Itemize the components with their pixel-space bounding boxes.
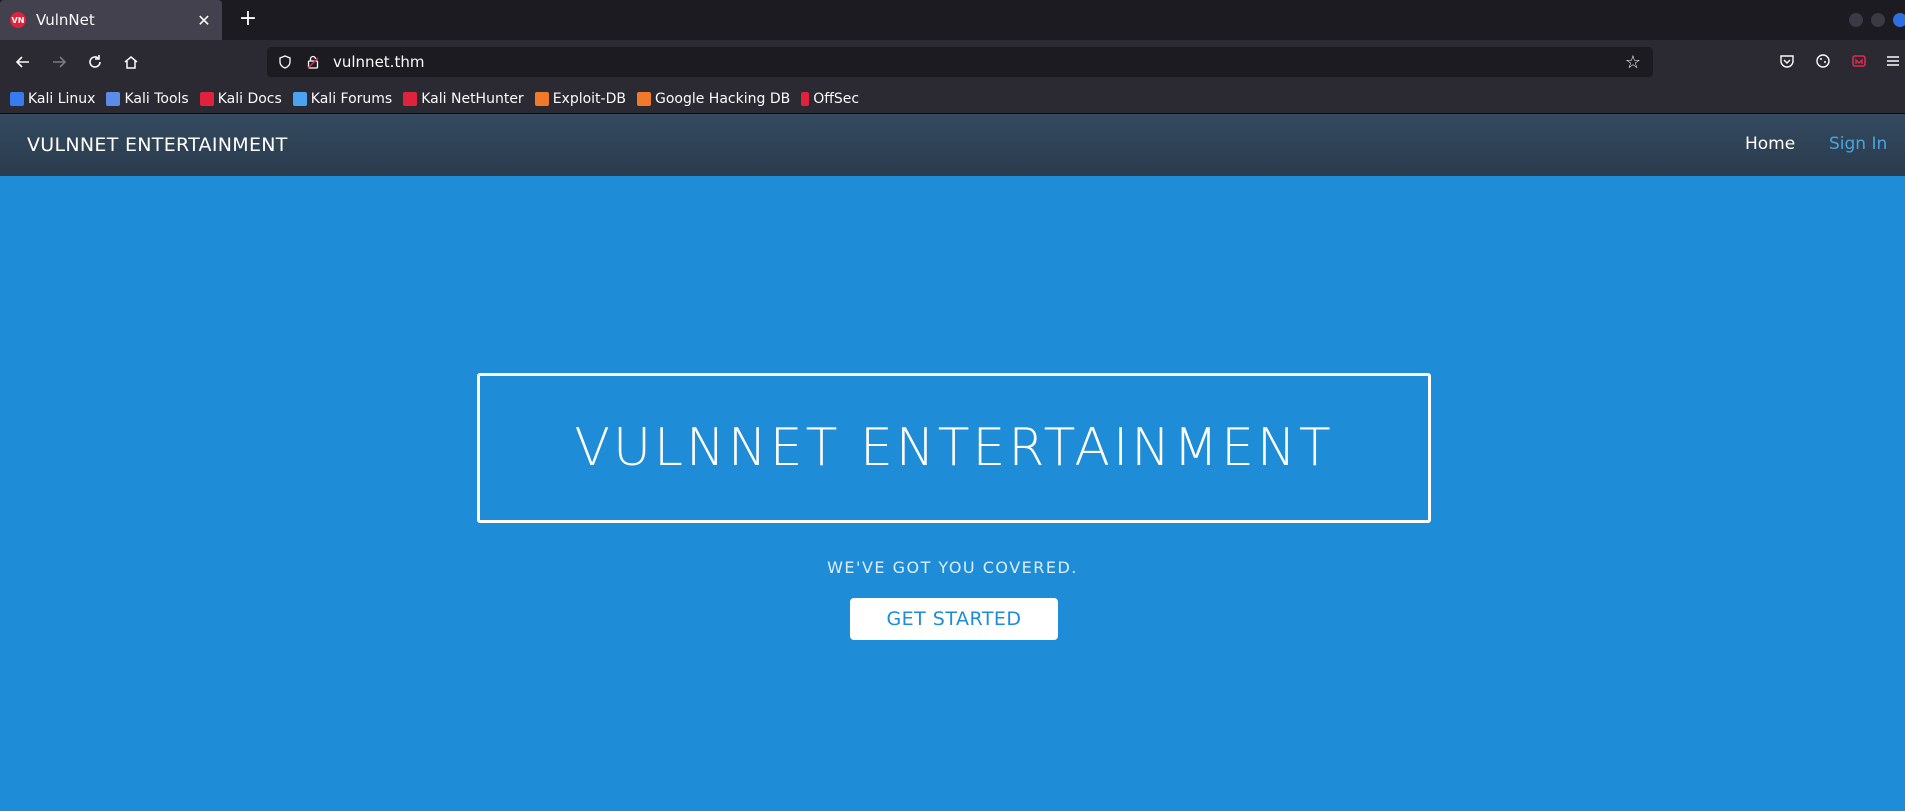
- hero-title-box: VULNNET ENTERTAINMENT: [477, 373, 1431, 523]
- hero-title: VULNNET ENTERTAINMENT: [574, 418, 1334, 478]
- browser-tab[interactable]: VN VulnNet ✕: [0, 0, 222, 40]
- bookmark-google-hacking-db[interactable]: Google Hacking DB: [636, 91, 790, 107]
- home-icon: [124, 56, 138, 69]
- menu-icon[interactable]: [1882, 50, 1904, 72]
- home-button[interactable]: [117, 48, 145, 76]
- web-page: VULNNET ENTERTAINMENT Home Sign In VULNN…: [0, 114, 1905, 811]
- tab-strip: VN VulnNet ✕ +: [0, 0, 1905, 40]
- minimize-button[interactable]: [1849, 13, 1863, 27]
- bookmark-offsec[interactable]: OffSec: [801, 91, 859, 107]
- site-navbar: VULNNET ENTERTAINMENT Home Sign In: [0, 114, 1905, 176]
- bookmark-kali-docs[interactable]: Kali Docs: [199, 91, 282, 107]
- maximize-button[interactable]: [1871, 13, 1885, 27]
- bookmark-kali-nethunter[interactable]: Kali NetHunter: [403, 91, 524, 107]
- bookmarks-toolbar: Kali Linux Kali Tools Kali Docs Kali For…: [0, 84, 1905, 114]
- offsec-icon: [801, 91, 810, 106]
- shield-icon[interactable]: [275, 52, 295, 72]
- forward-button[interactable]: [45, 48, 73, 76]
- kali-tools-icon: [106, 91, 121, 106]
- back-arrow-icon: [15, 56, 29, 68]
- kali-dragon-icon: [10, 91, 24, 106]
- new-tab-button[interactable]: +: [236, 8, 260, 32]
- insecure-lock-icon[interactable]: [303, 52, 323, 72]
- bookmark-exploit-db[interactable]: Exploit-DB: [534, 91, 626, 107]
- cookie-extension-icon[interactable]: [1812, 50, 1834, 72]
- reload-button[interactable]: [81, 48, 109, 76]
- tagline: WE'VE GOT YOU COVERED.: [827, 558, 1078, 577]
- get-started-button[interactable]: GET STARTED: [850, 598, 1058, 640]
- extension-icon[interactable]: [1848, 50, 1870, 72]
- kali-docs-icon: [199, 91, 214, 106]
- exploit-db-icon: [534, 91, 549, 106]
- ghdb-icon: [636, 91, 651, 106]
- navigation-toolbar: vulnnet.thm ☆: [0, 40, 1905, 84]
- close-window-button[interactable]: [1893, 13, 1905, 27]
- bookmark-kali-linux[interactable]: Kali Linux: [10, 91, 95, 107]
- kali-forums-icon: [292, 91, 307, 106]
- bookmark-star-icon[interactable]: ☆: [1621, 52, 1645, 73]
- nethunter-icon: [403, 91, 418, 106]
- bookmark-kali-tools[interactable]: Kali Tools: [106, 91, 189, 107]
- pocket-icon[interactable]: [1776, 50, 1798, 72]
- back-button[interactable]: [9, 48, 37, 76]
- tab-title: VulnNet: [36, 11, 95, 29]
- url-text[interactable]: vulnnet.thm: [333, 53, 1621, 71]
- nav-link-signin[interactable]: Sign In: [1829, 134, 1887, 154]
- close-icon[interactable]: ✕: [196, 11, 212, 30]
- site-brand[interactable]: VULNNET ENTERTAINMENT: [27, 134, 288, 156]
- forward-arrow-icon: [53, 56, 67, 68]
- vulnnet-favicon-icon: VN: [10, 12, 26, 28]
- bookmark-kali-forums[interactable]: Kali Forums: [292, 91, 392, 107]
- reload-icon: [89, 55, 101, 68]
- address-bar[interactable]: vulnnet.thm ☆: [267, 47, 1653, 77]
- nav-link-home[interactable]: Home: [1745, 134, 1795, 154]
